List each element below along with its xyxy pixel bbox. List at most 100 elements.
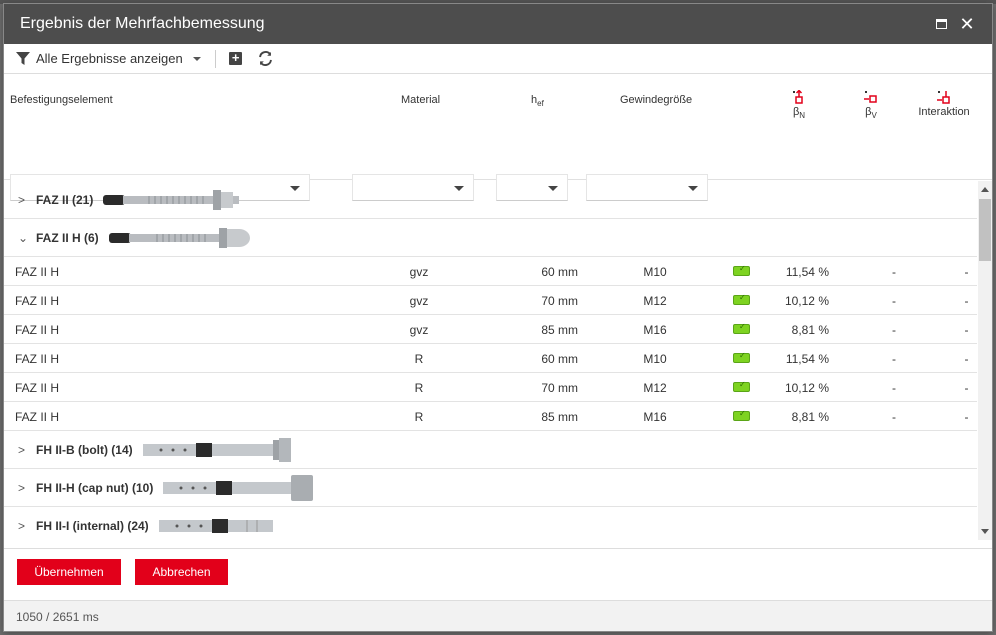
check-ok-icon: [733, 380, 750, 392]
cell-beta-n: 10,12 %: [784, 294, 829, 308]
cell-element: FAZ II H: [15, 410, 60, 424]
cell-beta-v: -: [892, 265, 896, 279]
group-faz-ii[interactable]: > FAZ II (21): [4, 181, 977, 219]
filter-icon: [16, 51, 30, 65]
cell-material: R: [414, 381, 424, 395]
toolbar-divider: [214, 49, 216, 68]
wedge-anchor-image: [103, 189, 240, 210]
group-fh-ii-b[interactable]: > FH II-B (bolt) (14): [4, 431, 977, 469]
col-header-beta-v[interactable]: βV: [856, 90, 886, 120]
cell-hef: 85 mm: [541, 410, 578, 424]
footer-divider: [4, 548, 992, 549]
chevron-right-icon: >: [18, 480, 26, 495]
check-ok-icon: [733, 351, 750, 363]
col-header-thread[interactable]: Gewindegröße: [620, 94, 692, 106]
table-row[interactable]: FAZ II H gvz 70 mm M12 10,12 % - -: [4, 286, 977, 315]
filter-dropdown[interactable]: Alle Ergebnisse anzeigen: [16, 51, 201, 66]
status-bar: 1050 / 2651 ms: [4, 600, 992, 631]
cell-material: R: [414, 410, 424, 424]
refresh-button[interactable]: [258, 51, 274, 67]
list-scrollbar[interactable]: [978, 181, 992, 540]
close-icon: ✕: [959, 14, 975, 34]
cell-element: FAZ II H: [15, 323, 60, 337]
table-row[interactable]: FAZ II H R 60 mm M10 11,54 % - -: [4, 344, 977, 373]
scroll-up-icon[interactable]: [981, 187, 989, 192]
interaction-load-icon: [937, 91, 950, 104]
group-label: FAZ II H (6): [36, 230, 99, 245]
sleeve-anchor-bolt-image: [142, 437, 291, 462]
scroll-thumb[interactable]: [979, 199, 991, 261]
cell-material: gvz: [409, 294, 429, 308]
accept-button[interactable]: Übernehmen: [17, 559, 121, 585]
col-header-interaction[interactable]: Interaktion: [912, 90, 976, 118]
cell-material: gvz: [409, 323, 429, 337]
cell-beta-v: -: [892, 294, 896, 308]
table-row[interactable]: FAZ II H R 85 mm M16 8,81 % - -: [4, 402, 977, 431]
group-fh-ii-i[interactable]: > FH II-I (internal) (24): [4, 507, 977, 540]
group-label: FH II-I (internal) (24): [36, 518, 149, 533]
table-row[interactable]: FAZ II H R 70 mm M12 10,12 % - -: [4, 373, 977, 402]
sleeve-anchor-internal-image: [158, 518, 273, 533]
check-ok-icon: [733, 409, 750, 421]
plus-box-icon: +: [229, 51, 243, 65]
beta-n-subscript: N: [799, 111, 806, 121]
shear-load-icon: [864, 91, 877, 103]
close-button[interactable]: ✕: [958, 15, 976, 33]
cell-beta-n: 8,81 %: [791, 410, 829, 424]
cell-hef: 85 mm: [541, 323, 578, 337]
tension-load-icon: [793, 90, 803, 104]
check-ok-icon: [733, 264, 750, 276]
cancel-button[interactable]: Abbrechen: [135, 559, 228, 585]
col-header-beta-n[interactable]: βN: [784, 90, 814, 120]
cell-beta-n: 11,54 %: [785, 352, 829, 366]
beta-v-subscript: V: [871, 111, 877, 121]
check-ok-icon: [733, 293, 750, 305]
maximize-button[interactable]: [932, 15, 950, 33]
col-header-material[interactable]: Material: [401, 94, 440, 106]
cell-beta-v: -: [892, 323, 896, 337]
cell-interaction: -: [964, 265, 969, 279]
sleeve-anchor-cap-nut-image: [163, 474, 314, 501]
column-header-area: Befestigungselement Material hef Gewinde…: [4, 74, 992, 201]
cell-beta-n: 11,54 %: [785, 265, 829, 279]
cell-beta-v: -: [892, 410, 896, 424]
group-faz-ii-h[interactable]: ⌄ FAZ II H (6): [4, 219, 977, 257]
wedge-anchor-hex-image: [108, 227, 250, 248]
col-header-hef[interactable]: hef: [531, 94, 544, 108]
col-header-element[interactable]: Befestigungselement: [10, 94, 113, 106]
cell-hef: 70 mm: [541, 381, 578, 395]
group-fh-ii-h[interactable]: > FH II-H (cap nut) (10): [4, 469, 977, 507]
timing-text: 1050 / 2651 ms: [16, 610, 99, 624]
cell-interaction: -: [964, 410, 969, 424]
results-dialog: Ergebnis der Mehrfachbemessung ✕ Alle Er…: [3, 3, 993, 632]
cell-beta-n: 10,12 %: [784, 381, 829, 395]
cell-thread: M16: [643, 323, 667, 337]
cell-interaction: -: [964, 294, 969, 308]
chevron-right-icon: >: [18, 442, 26, 457]
cell-material: gvz: [409, 265, 429, 279]
chevron-right-icon: >: [18, 192, 26, 207]
scroll-down-icon[interactable]: [981, 529, 989, 534]
expand-all-button[interactable]: +: [228, 51, 244, 67]
cell-thread: M16: [643, 410, 667, 424]
table-row[interactable]: FAZ II H gvz 85 mm M16 8,81 % - -: [4, 315, 977, 344]
filter-label: Alle Ergebnisse anzeigen: [36, 51, 183, 66]
results-list: > FAZ II (21) ⌄ FAZ II H (6) FAZ II H gv…: [4, 181, 977, 540]
cell-interaction: -: [964, 323, 969, 337]
cell-interaction: -: [964, 352, 969, 366]
group-label: FH II-B (bolt) (14): [36, 442, 133, 457]
cell-beta-v: -: [892, 381, 896, 395]
chevron-down-icon: ⌄: [18, 230, 29, 245]
cell-element: FAZ II H: [15, 381, 60, 395]
cell-thread: M10: [643, 352, 667, 366]
results-list-viewport: > FAZ II (21) ⌄ FAZ II H (6) FAZ II H gv…: [4, 181, 992, 540]
cell-element: FAZ II H: [15, 352, 60, 366]
refresh-icon: [259, 51, 273, 66]
cell-material: R: [414, 352, 424, 366]
group-label: FAZ II (21): [36, 192, 94, 207]
cell-thread: M10: [643, 265, 667, 279]
cell-hef: 60 mm: [541, 352, 578, 366]
table-row[interactable]: FAZ II H gvz 60 mm M10 11,54 % - -: [4, 257, 977, 286]
cell-interaction: -: [964, 381, 969, 395]
title-bar: Ergebnis der Mehrfachbemessung ✕: [4, 4, 992, 44]
